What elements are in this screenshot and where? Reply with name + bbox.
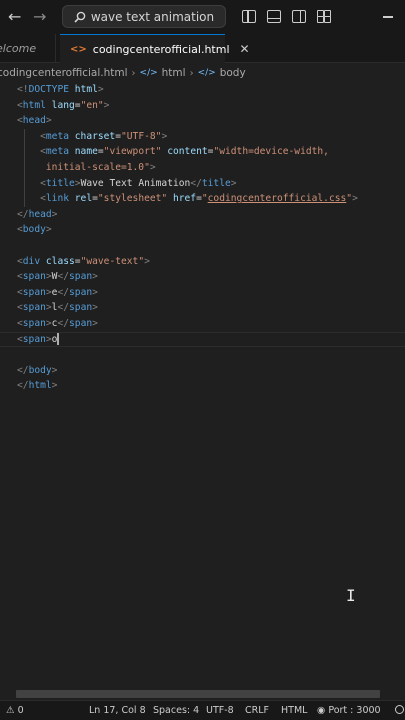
- problems-count: 0: [17, 705, 24, 716]
- minimize-icon[interactable]: [383, 16, 393, 18]
- tab-welcome[interactable]: elcome: [0, 34, 56, 63]
- title-bar: ← → wave text animation: [0, 0, 405, 34]
- code-line: <span>o: [17, 332, 59, 345]
- port-label: Port : 3000: [328, 705, 381, 716]
- code-line: <meta charset="UTF-8">: [40, 130, 168, 142]
- breadcrumb-body[interactable]: body: [220, 67, 246, 79]
- element-tag-icon: </>: [139, 68, 158, 78]
- code-line: </html>: [17, 380, 58, 392]
- code-line: <body>: [17, 224, 52, 236]
- code-line: <!DOCTYPE html>: [17, 84, 104, 95]
- warning-icon: ⚠: [6, 705, 15, 716]
- html-file-icon: <>: [70, 43, 87, 55]
- problems-status[interactable]: ⚠ 0: [6, 701, 24, 720]
- live-server-port[interactable]: ◉ Port : 3000: [317, 701, 381, 720]
- element-tag-icon: </>: [197, 68, 216, 78]
- tab-bar: elcome <> codingcenterofficial.html ✕: [0, 34, 405, 63]
- text-cursor-icon: I: [346, 586, 356, 605]
- chevron-right-icon: ›: [131, 67, 136, 79]
- code-line: <span>l</span>: [17, 302, 98, 314]
- notifications-bell-icon[interactable]: [395, 705, 404, 714]
- code-line: <head>: [17, 115, 52, 127]
- language-mode[interactable]: HTML: [281, 701, 307, 720]
- code-line: initial-scale=1.0">: [17, 162, 156, 173]
- code-line: <html lang="en">: [17, 99, 110, 111]
- code-line: <span>e</span>: [17, 286, 98, 298]
- indentation-status[interactable]: Spaces: 4: [153, 701, 199, 720]
- code-line: <link rel="stylesheet" href="codingcente…: [40, 193, 358, 205]
- text-caret: [57, 332, 59, 345]
- horizontal-scrollbar[interactable]: [16, 690, 380, 698]
- code-line: </body>: [17, 364, 58, 376]
- toggle-panel-icon[interactable]: [267, 10, 281, 23]
- code-line: <span>W</span>: [17, 271, 98, 283]
- breadcrumb: codingcenterofficial.html › </> html › <…: [0, 64, 246, 82]
- tab-label: elcome: [0, 42, 37, 55]
- tab-codingcenterofficial-html[interactable]: <> codingcenterofficial.html ✕: [60, 34, 250, 63]
- code-editor[interactable]: <!DOCTYPE html> <html lang="en"> <head> <m…: [0, 82, 405, 688]
- code-line: <div class="wave-text">: [17, 255, 150, 267]
- command-center-search[interactable]: wave text animation: [62, 5, 226, 28]
- toggle-primary-sidebar-icon[interactable]: [242, 10, 256, 23]
- encoding-status[interactable]: UTF-8: [206, 701, 234, 720]
- breadcrumb-file[interactable]: codingcenterofficial.html: [0, 67, 128, 79]
- code-line: <span>c</span>: [17, 318, 98, 329]
- customize-layout-icon[interactable]: [317, 10, 331, 23]
- toggle-secondary-sidebar-icon[interactable]: [292, 10, 306, 23]
- cursor-position[interactable]: Ln 17, Col 8: [89, 701, 146, 720]
- tab-label: codingcenterofficial.html: [92, 42, 230, 56]
- search-icon: [74, 11, 86, 23]
- chevron-right-icon: ›: [189, 67, 194, 79]
- code-line: <meta name="viewport" content="width=dev…: [40, 146, 329, 158]
- current-line-highlight: [0, 331, 405, 348]
- code-line: <title>Wave Text Animation</title>: [40, 177, 237, 189]
- close-icon[interactable]: ✕: [240, 42, 250, 56]
- back-arrow-icon[interactable]: ←: [8, 8, 21, 26]
- code-line: </head>: [17, 208, 58, 220]
- forward-arrow-icon[interactable]: →: [33, 8, 46, 26]
- status-bar: ⚠ 0 Ln 17, Col 8 Spaces: 4 UTF-8 CRLF HT…: [0, 700, 405, 720]
- eol-status[interactable]: CRLF: [245, 701, 269, 720]
- broadcast-icon: ◉: [317, 705, 326, 716]
- breadcrumb-html[interactable]: html: [162, 67, 186, 79]
- search-text: wave text animation: [90, 9, 215, 24]
